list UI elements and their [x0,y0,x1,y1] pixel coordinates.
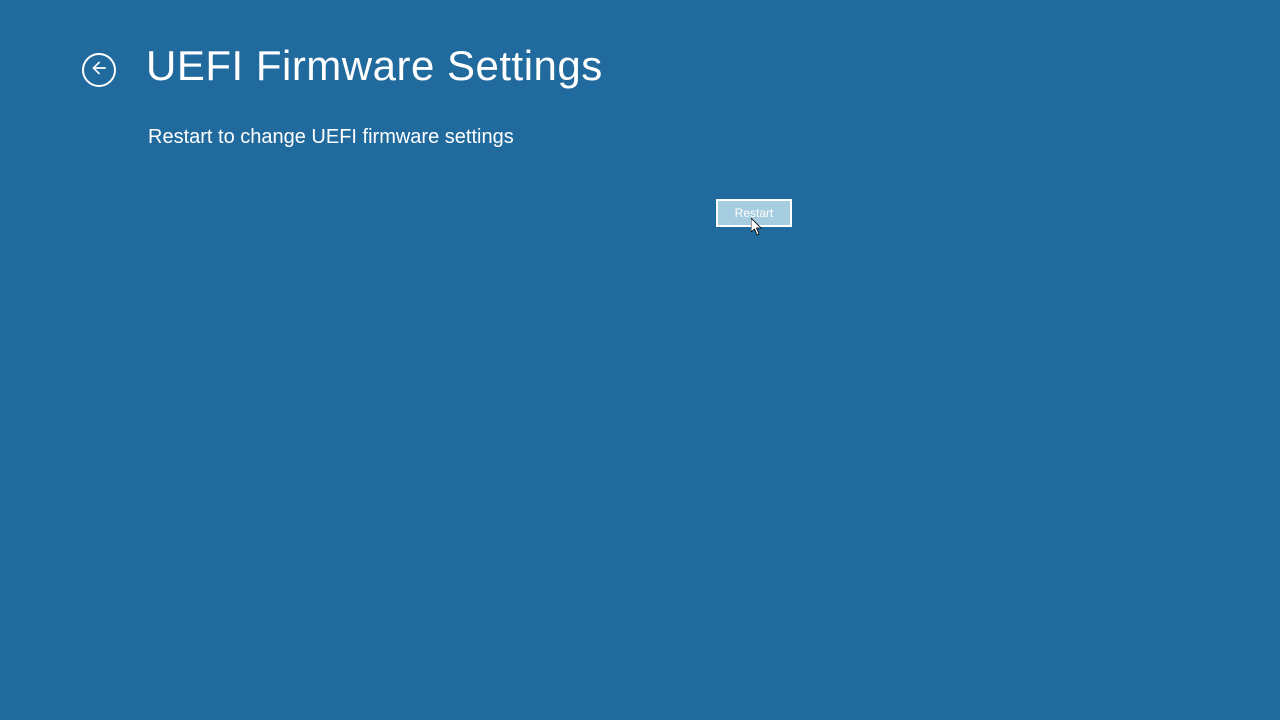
restart-button[interactable]: Restart [716,199,792,227]
restart-button-label: Restart [735,206,774,220]
page-title: UEFI Firmware Settings [146,42,603,90]
back-arrow-icon [89,58,109,83]
back-button[interactable] [82,53,116,87]
page-description: Restart to change UEFI firmware settings [0,90,1280,149]
